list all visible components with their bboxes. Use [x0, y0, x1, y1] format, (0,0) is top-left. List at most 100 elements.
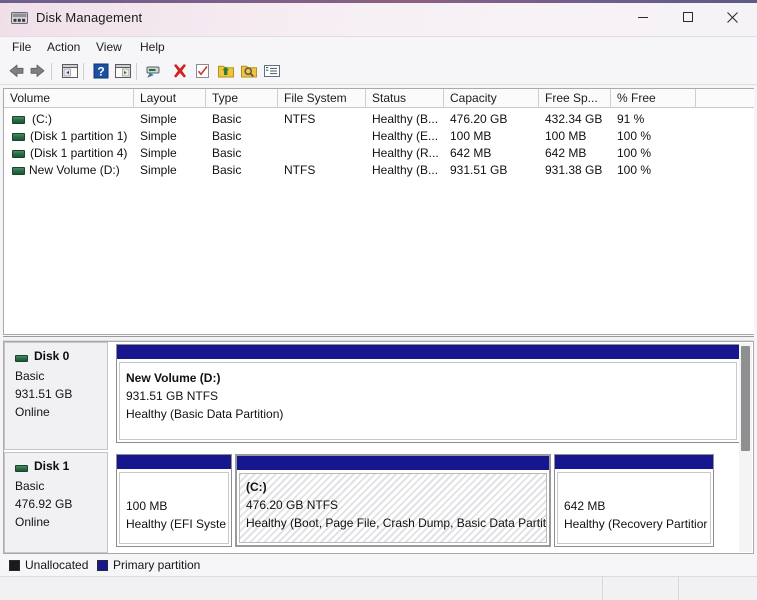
cell-file-system	[284, 145, 366, 162]
cell-free-space: 642 MB	[545, 146, 587, 160]
menu-help[interactable]: Help	[134, 39, 171, 57]
maximize-button[interactable]	[665, 0, 710, 34]
partition-color-bar	[117, 455, 231, 470]
partition-size-fs: 642 MB	[564, 499, 606, 513]
disk-type: Basic	[15, 369, 45, 383]
column-header-file-system[interactable]: File System	[278, 89, 366, 108]
minimize-button[interactable]	[620, 0, 665, 34]
close-button[interactable]	[710, 0, 755, 34]
cell-type: Basic	[212, 163, 242, 177]
status-cell-three	[679, 577, 757, 600]
disk-info-0[interactable]: Disk 0 Basic 931.51 GB Online	[4, 342, 108, 450]
table-row[interactable]: (C:) Simple Basic NTFS Healthy (B... 476…	[4, 111, 754, 128]
partition-status: Healthy (Basic Data Partition)	[126, 407, 284, 421]
cell-free-space: 100 MB	[545, 129, 587, 143]
legend-swatch-primary-partition	[97, 560, 108, 571]
cell-percent-free: 91 %	[617, 112, 645, 126]
disk-icon	[15, 355, 28, 362]
cell-capacity: 642 MB	[450, 146, 492, 160]
disk-1-partitions: 100 MB Healthy (EFI Syste (C:) 476.20 G…	[116, 454, 740, 551]
back-icon[interactable]	[6, 62, 26, 81]
partition-c-drive[interactable]: (C:) 476.20 GB NTFS Healthy (Boot, Page …	[235, 454, 551, 547]
disk-row-0[interactable]: Disk 0 Basic 931.51 GB Online New Volume…	[4, 342, 753, 450]
cell-layout: Simple	[140, 112, 177, 126]
disk-management-window: Disk Management File Action View Help ? …	[0, 0, 757, 600]
partition-size-fs: 931.51 GB NTFS	[126, 389, 219, 403]
toolbar-separator-3	[136, 63, 137, 80]
column-header-type[interactable]: Type	[206, 89, 278, 108]
show-hide-action-pane-icon[interactable]	[113, 62, 133, 81]
rescan-disks-icon[interactable]	[193, 62, 213, 81]
explore-volume-icon[interactable]	[239, 62, 259, 81]
disk-management-icon	[11, 11, 28, 25]
cell-layout: Simple	[140, 129, 177, 143]
disk-state: Online	[15, 405, 50, 419]
disk-state: Online	[15, 515, 50, 529]
column-header-layout[interactable]: Layout	[134, 89, 206, 108]
cell-percent-free: 100 %	[617, 163, 652, 177]
cell-status: Healthy (B...	[372, 112, 439, 126]
forward-icon[interactable]	[28, 62, 48, 81]
partition-new-volume-d[interactable]: New Volume (D:) 931.51 GB NTFS Healthy (…	[116, 344, 740, 443]
cell-free-space: 931.38 GB	[545, 163, 603, 177]
legend-swatch-unallocated	[9, 560, 20, 571]
disk-panel-scrollbar-thumb[interactable]	[741, 346, 750, 451]
menu-bar: File Action View Help	[0, 37, 757, 58]
cell-type: Basic	[212, 146, 242, 160]
volume-list[interactable]: Volume Layout Type File System Status Ca…	[3, 88, 754, 335]
drive-icon	[12, 167, 25, 175]
show-hide-console-tree-icon[interactable]	[60, 62, 80, 81]
title-bar: Disk Management	[0, 0, 757, 37]
column-header-percent-free[interactable]: % Free	[611, 89, 696, 108]
table-row[interactable]: (Disk 1 partition 4) Simple Basic Health…	[4, 145, 754, 162]
partition-status: Healthy (Boot, Page File, Crash Dump, Ba…	[246, 516, 547, 530]
partition-color-bar	[555, 455, 713, 470]
table-row[interactable]: (Disk 1 partition 1) Simple Basic Health…	[4, 128, 754, 145]
cell-type: Basic	[212, 112, 242, 126]
properties-icon[interactable]	[144, 62, 164, 81]
volume-list-header: Volume Layout Type File System Status Ca…	[4, 89, 754, 108]
partition-title: (C:)	[246, 480, 267, 494]
cell-status: Healthy (R...	[372, 146, 439, 160]
disk-panel-scrollbar[interactable]	[739, 343, 752, 552]
disk-0-partitions: New Volume (D:) 931.51 GB NTFS Healthy (…	[116, 344, 740, 448]
legend-label-primary-partition: Primary partition	[113, 558, 201, 572]
column-header-free-space[interactable]: Free Sp...	[539, 89, 611, 108]
disk-size: 931.51 GB	[15, 387, 73, 401]
partition-status: Healthy (Recovery Partitior	[564, 517, 708, 531]
column-header-status[interactable]: Status	[366, 89, 444, 108]
partition-color-bar	[117, 345, 739, 360]
menu-file[interactable]: File	[6, 39, 37, 57]
disk-graphical-view[interactable]: Disk 0 Basic 931.51 GB Online New Volume…	[3, 341, 754, 554]
cell-file-system: NTFS	[284, 112, 316, 126]
disk-size: 476.92 GB	[15, 497, 73, 511]
status-cell-main	[0, 577, 603, 600]
help-icon[interactable]: ?	[91, 62, 111, 81]
disk-icon	[15, 465, 28, 472]
legend-bar: Unallocated Primary partition	[3, 556, 754, 575]
menu-action[interactable]: Action	[41, 39, 86, 57]
table-row[interactable]: New Volume (D:) Simple Basic NTFS Health…	[4, 162, 754, 179]
all-tasks-icon[interactable]	[262, 62, 282, 81]
window-title: Disk Management	[36, 10, 143, 25]
partition-title: New Volume (D:)	[126, 371, 221, 385]
partition-body: 100 MB Healthy (EFI Syste	[119, 472, 229, 544]
mount-volume-icon[interactable]	[216, 62, 236, 81]
menu-view[interactable]: View	[90, 39, 128, 57]
column-header-volume[interactable]: Volume	[4, 89, 134, 108]
disk-name: Disk 1	[34, 459, 70, 473]
cell-status: Healthy (B...	[372, 163, 439, 177]
disk-info-1[interactable]: Disk 1 Basic 476.92 GB Online	[4, 452, 108, 553]
partition-efi-system[interactable]: 100 MB Healthy (EFI Syste	[116, 454, 232, 547]
legend-label-unallocated: Unallocated	[25, 558, 89, 572]
cell-volume: (C:)	[32, 112, 52, 126]
column-header-capacity[interactable]: Capacity	[444, 89, 539, 108]
partition-recovery[interactable]: 642 MB Healthy (Recovery Partitior	[554, 454, 714, 547]
disk-row-1[interactable]: Disk 1 Basic 476.92 GB Online 100 MB Hea…	[4, 452, 753, 553]
column-header-blank[interactable]	[696, 89, 754, 108]
cell-status: Healthy (E...	[372, 129, 439, 143]
delete-icon[interactable]	[170, 62, 190, 81]
cell-volume: (Disk 1 partition 1)	[30, 129, 128, 143]
drive-icon	[12, 133, 25, 141]
cell-percent-free: 100 %	[617, 146, 652, 160]
